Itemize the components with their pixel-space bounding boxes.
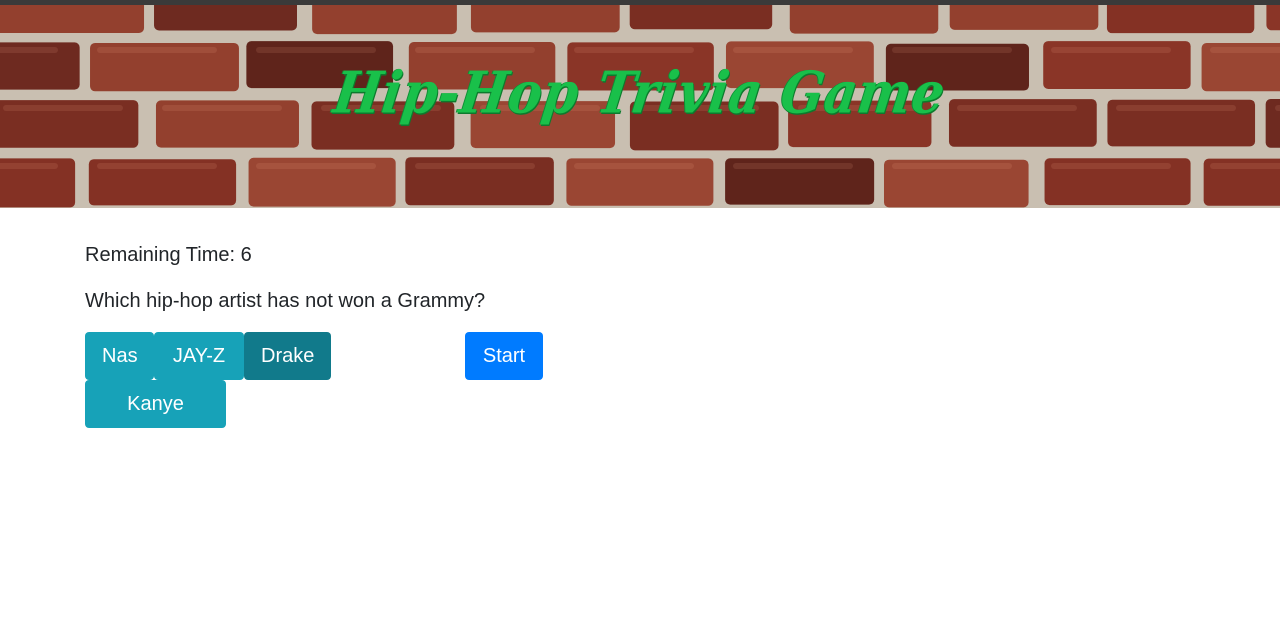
brick-highlight: [97, 163, 217, 169]
brick: [949, 5, 1099, 30]
brick-highlight: [892, 47, 1012, 53]
brick: [0, 5, 145, 33]
answer-button-jay-z[interactable]: JAY-Z: [154, 332, 244, 380]
brick-highlight: [1210, 163, 1280, 169]
brick-highlight: [892, 163, 1012, 169]
remaining-time: Remaining Time: 6: [85, 244, 252, 266]
answer-button-drake[interactable]: Drake: [244, 332, 331, 380]
answer-button-nas[interactable]: Nas: [85, 332, 154, 380]
brick-highlight: [256, 163, 376, 169]
brick-highlight: [733, 47, 853, 53]
question-text: Which hip-hop artist has not won a Gramm…: [85, 290, 486, 312]
brick: [312, 5, 457, 35]
brick-highlight: [97, 47, 217, 53]
start-button[interactable]: Start: [465, 332, 543, 380]
brick-highlight: [1210, 47, 1280, 53]
game-area: Remaining Time: 6 Which hip-hop artist h…: [85, 232, 1195, 463]
brick-highlight: [1051, 47, 1171, 53]
brick-highlight: [733, 163, 853, 169]
brick: [470, 5, 620, 33]
page-title: Hip-Hop Trivia Game: [329, 58, 951, 127]
brick-highlight: [0, 163, 58, 169]
brick-highlight: [415, 47, 535, 53]
brick: [789, 5, 939, 34]
answer-button-kanye-west[interactable]: Kanye West: [85, 380, 226, 463]
brick-banner: Hip-Hop Trivia Game: [0, 5, 1280, 208]
brick-highlight: [0, 47, 58, 53]
brick: [629, 5, 773, 30]
brick: [1106, 5, 1255, 34]
brick: [1266, 5, 1280, 31]
brick: [154, 5, 297, 31]
brick-highlight: [574, 163, 694, 169]
brick-highlight: [574, 47, 694, 53]
brick-highlight: [256, 47, 376, 53]
brick-highlight: [415, 163, 535, 169]
brick-highlight: [1051, 163, 1171, 169]
